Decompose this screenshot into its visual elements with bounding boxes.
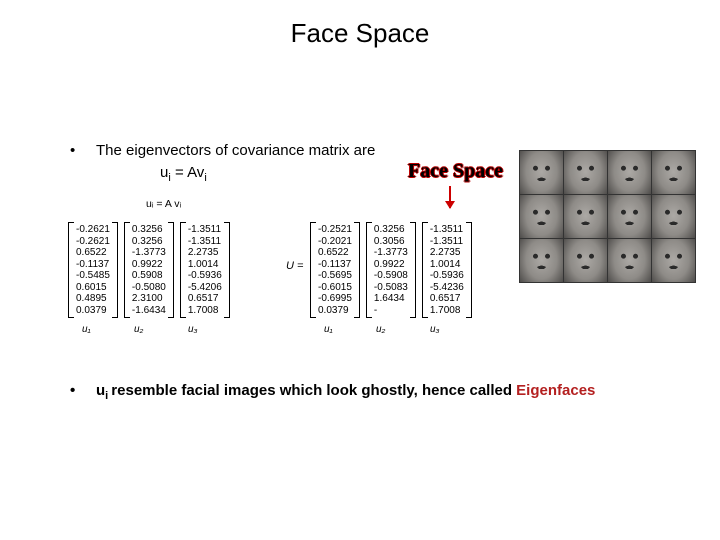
vector-r-u2: 0.32560.3056-1.37730.9922-0.5908-0.50831… [366, 222, 416, 318]
vectors-right: -0.2521-0.20210.6522-0.1137-0.5695-0.601… [310, 222, 472, 318]
face-space-annotation: Face Space [408, 160, 503, 183]
eigenface-thumb [564, 151, 607, 194]
bullet-dot-icon: • [70, 382, 96, 399]
vector-u3: -1.3511-1.35112.27351.0014-0.5936-5.4206… [180, 222, 230, 318]
label-u1-left: u₁ [82, 324, 91, 335]
vector-u1: -0.2621-0.26210.6522-0.1137-0.54850.6015… [68, 222, 118, 318]
eigenface-thumb [652, 239, 695, 282]
eigenface-thumb [564, 239, 607, 282]
eigenface-thumb [608, 239, 651, 282]
vector-r-u3: -1.3511-1.35112.27351.0014-0.5936-5.4236… [422, 222, 472, 318]
vector-u2: 0.32560.3256-1.37730.99220.5908-0.50802.… [124, 222, 174, 318]
eigenface-thumb [608, 151, 651, 194]
eigenface-thumb [608, 195, 651, 238]
bullet-2-text: ui resemble facial images which look gho… [96, 382, 595, 402]
arrow-down-icon [449, 186, 451, 208]
eigenfaces-term: Eigenfaces [516, 382, 595, 399]
label-u3-right: u₃ [430, 324, 440, 335]
eigenface-grid [519, 150, 696, 283]
label-u2-left: u₂ [134, 324, 143, 335]
bullet-1-text: The eigenvectors of covariance matrix ar… [96, 142, 375, 159]
label-u1-right: u₁ [324, 324, 333, 335]
formula-main: ui = Avi [160, 164, 207, 184]
u-equals: U = [286, 260, 303, 272]
eigenface-thumb [520, 151, 563, 194]
bullet-2: • ui resemble facial images which look g… [70, 382, 595, 402]
vectors-left: -0.2621-0.26210.6522-0.1137-0.54850.6015… [68, 222, 230, 318]
eigenface-thumb [564, 195, 607, 238]
slide-title: Face Space [0, 18, 720, 49]
label-u3-left: u₃ [188, 324, 198, 335]
eigenface-thumb [652, 195, 695, 238]
eigenface-thumb [520, 239, 563, 282]
vector-r-u1: -0.2521-0.20210.6522-0.1137-0.5695-0.601… [310, 222, 360, 318]
bullet-1: • The eigenvectors of covariance matrix … [70, 142, 375, 159]
label-u2-right: u₂ [376, 324, 385, 335]
eigenface-thumb [652, 151, 695, 194]
formula-small: uᵢ = A vᵢ [146, 198, 181, 210]
bullet-dot-icon: • [70, 142, 96, 159]
eigenface-thumb [520, 195, 563, 238]
